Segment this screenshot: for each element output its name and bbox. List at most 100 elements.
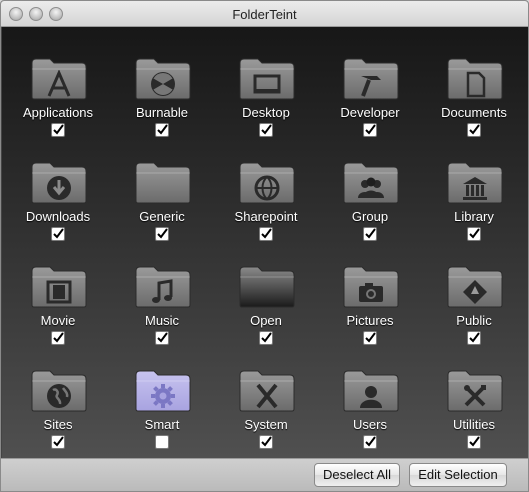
folder-icon[interactable] [446,55,504,101]
bottom-toolbar: Deselect All Edit Selection [1,458,528,491]
checkmark-icon [157,228,168,239]
download-icon [45,174,73,202]
folder-checkbox[interactable] [363,227,377,241]
folder-icon[interactable] [238,55,296,101]
folder-item[interactable]: Desktop [214,39,318,143]
folder-item[interactable]: Documents [422,39,526,143]
folder-label: Smart [144,417,180,432]
deselect-all-button[interactable]: Deselect All [314,463,400,487]
folder-checkbox[interactable] [467,435,481,449]
folder-icon[interactable] [30,263,88,309]
folder-icon[interactable] [134,159,192,205]
folder-icon[interactable] [342,159,400,205]
folder-item[interactable]: Sharepoint [214,143,318,247]
folder-checkbox[interactable] [51,123,65,137]
folder-label: Desktop [242,105,290,120]
gear-icon [149,382,177,410]
folder-checkbox[interactable] [155,331,169,345]
folder-checkbox[interactable] [363,435,377,449]
folder-label: System [244,417,288,432]
checkmark-icon [365,332,376,343]
folder-icon[interactable] [342,55,400,101]
window-title: FolderTeint [232,7,297,22]
folder-checkbox[interactable] [155,123,169,137]
folder-checkbox[interactable] [467,123,481,137]
folder-item[interactable]: Open [214,247,318,351]
folder-checkbox[interactable] [51,435,65,449]
folder-checkbox[interactable] [467,227,481,241]
checkmark-icon [365,436,376,447]
folder-checkbox[interactable] [51,331,65,345]
folder-icon[interactable] [134,367,192,413]
checkmark-icon [53,332,64,343]
folder-checkbox[interactable] [51,227,65,241]
folder-item[interactable]: Applications [6,39,110,143]
foldertent-window: FolderTeint Applications Burnable Desktop D… [0,0,529,492]
folder-icon[interactable] [30,159,88,205]
folder-label: Generic [139,209,185,224]
system-x-icon [253,382,281,410]
library-icon [461,174,489,202]
folder-label: Users [353,417,387,432]
folder-item[interactable]: System [214,351,318,455]
folder-item[interactable]: Movie [6,247,110,351]
folder-label: Movie [40,313,76,328]
folder-checkbox[interactable] [259,435,273,449]
folder-item[interactable]: Users [318,351,422,455]
folder-item[interactable]: Sites [6,351,110,455]
folder-icon[interactable] [342,263,400,309]
checkmark-icon [469,124,480,135]
folder-icon[interactable] [446,367,504,413]
folder-icon[interactable] [446,263,504,309]
checkmark-icon [261,124,272,135]
checkmark-icon [53,436,64,447]
folder-checkbox[interactable] [259,227,273,241]
folder-icon[interactable] [134,263,192,309]
checkmark-icon [157,332,168,343]
folder-icon[interactable] [134,55,192,101]
folder-icon[interactable] [238,263,296,309]
edit-selection-button[interactable]: Edit Selection [409,463,507,487]
folder-item[interactable]: Group [318,143,422,247]
folder-icon[interactable] [342,367,400,413]
folder-checkbox[interactable] [259,123,273,137]
folder-item[interactable]: Burnable [110,39,214,143]
folder-icon[interactable] [238,159,296,205]
folder-item[interactable]: Developer [318,39,422,143]
folder-label: Documents [441,105,507,120]
folder-item[interactable]: Pictures [318,247,422,351]
folder-checkbox[interactable] [155,227,169,241]
folder-label: Pictures [346,313,394,328]
folder-icon[interactable] [30,367,88,413]
folder-checkbox[interactable] [259,331,273,345]
folder-label: Sharepoint [234,209,298,224]
folder-item[interactable]: Smart [110,351,214,455]
public-icon [461,278,489,306]
title-bar: FolderTeint [1,1,528,27]
folder-label: Sites [43,417,73,432]
generic-folder-icon [149,174,177,202]
utilities-tools-icon [461,382,489,410]
desktop-icon [253,70,281,98]
folder-item[interactable]: Public [422,247,526,351]
folder-checkbox[interactable] [155,435,169,449]
folder-item[interactable]: Utilities [422,351,526,455]
checkmark-icon [365,228,376,239]
checkmark-icon [469,436,480,447]
folder-checkbox[interactable] [363,331,377,345]
folder-checkbox[interactable] [467,331,481,345]
film-icon [45,278,73,306]
folder-icon[interactable] [446,159,504,205]
folder-item[interactable]: Downloads [6,143,110,247]
folder-icon[interactable] [238,367,296,413]
folder-label: Public [456,313,492,328]
folder-checkbox[interactable] [363,123,377,137]
folder-item[interactable]: Music [110,247,214,351]
checkmark-icon [469,332,480,343]
folder-item[interactable]: Library [422,143,526,247]
folder-grid: Applications Burnable Desktop Developer Docu… [2,27,528,458]
folder-icon[interactable] [30,55,88,101]
folder-item[interactable]: Generic [110,143,214,247]
developer-hammer-icon [357,70,385,98]
checkmark-icon [469,228,480,239]
